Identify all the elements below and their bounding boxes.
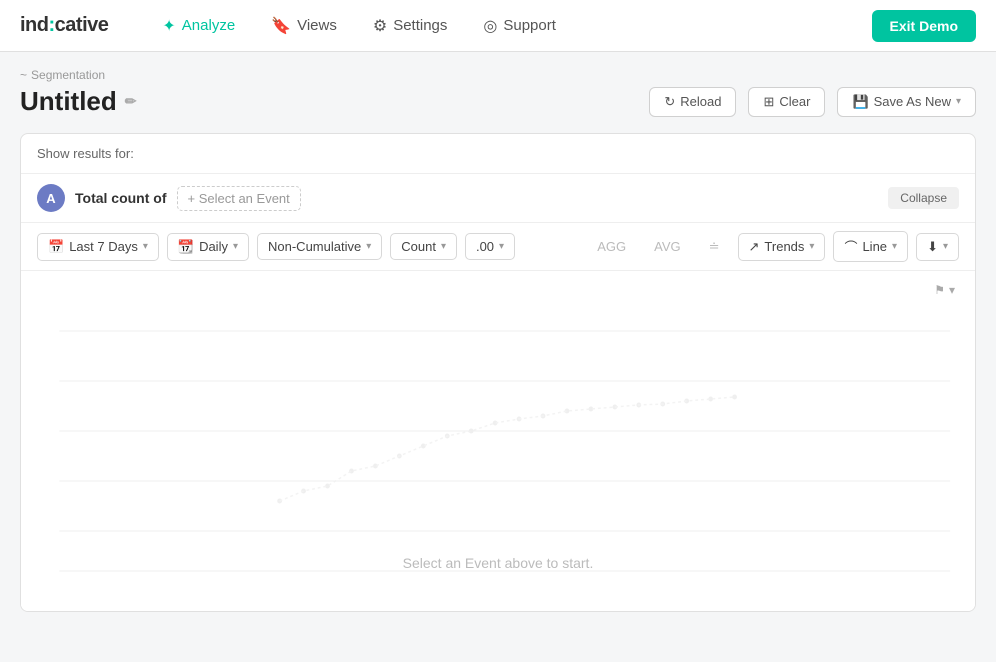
nav-item-support[interactable]: ◎ Support [469, 10, 570, 42]
controls-row: 📅 Last 7 Days ▾ 📆 Daily ▾ Non-Cumulative… [21, 223, 975, 271]
line-chevron-icon: ▾ [892, 241, 897, 252]
app-logo: ind:cative [20, 14, 108, 37]
download-icon: ⬇ [927, 239, 938, 255]
save-icon: 💾 [852, 94, 868, 110]
download-button[interactable]: ⬇ ▾ [916, 233, 959, 261]
row-a: A Total count of + Select an Event Colla… [21, 174, 975, 223]
avg-button[interactable]: AVG [644, 234, 691, 259]
count-chevron-icon: ▾ [441, 241, 446, 252]
frequency-button[interactable]: 📆 Daily ▾ [167, 233, 249, 261]
trends-button[interactable]: ↗ Trends ▾ [738, 233, 826, 261]
breadcrumb-icon: ~ [20, 68, 27, 82]
avatar: A [37, 184, 65, 212]
line-button[interactable]: ⌒ Line ▾ [833, 231, 908, 262]
save-as-button[interactable]: 💾 Save As New ▾ [837, 87, 976, 117]
views-icon: 🔖 [271, 16, 291, 36]
settings-icon: ⚙ [373, 16, 387, 36]
nav-item-views[interactable]: 🔖 Views [257, 10, 351, 42]
chart-area: ⚑ ▾ Select an Event above to start. [21, 271, 975, 611]
flag-icon: ⚑ [934, 283, 945, 297]
exit-demo-button[interactable]: Exit Demo [872, 10, 976, 42]
show-results-header: Show results for: [21, 134, 975, 174]
reload-icon: ↻ [664, 94, 675, 110]
frequency-chevron-icon: ▾ [233, 241, 238, 252]
decimal-button[interactable]: .00 ▾ [465, 233, 515, 260]
page-title-group: Untitled ✏ [20, 86, 137, 117]
decimal-chevron-icon: ▾ [499, 241, 504, 252]
nav-items: ✦ Analyze 🔖 Views ⚙ Settings ◎ Support [148, 10, 871, 42]
formula-button[interactable]: ≐ [699, 234, 730, 260]
page-header: Untitled ✏ ↻ Reload ⊞ Clear 💾 Save As Ne… [20, 86, 976, 117]
header-actions: ↻ Reload ⊞ Clear 💾 Save As New ▾ [649, 87, 976, 117]
cumulative-button[interactable]: Non-Cumulative ▾ [257, 233, 382, 260]
edit-title-icon[interactable]: ✏ [125, 93, 137, 110]
chart-top-right-actions: ⚑ ▾ [926, 279, 963, 301]
nav-item-analyze[interactable]: ✦ Analyze [148, 10, 249, 42]
line-icon: ⌒ [844, 237, 857, 256]
reload-button[interactable]: ↻ Reload [649, 87, 736, 117]
frequency-calendar-icon: 📆 [178, 239, 194, 255]
collapse-button[interactable]: Collapse [888, 187, 959, 209]
date-range-button[interactable]: 📅 Last 7 Days ▾ [37, 233, 159, 261]
support-icon: ◎ [483, 16, 497, 36]
flag-chevron-icon: ▾ [949, 283, 955, 297]
calendar-icon: 📅 [48, 239, 64, 255]
trends-icon: ↗ [749, 239, 760, 255]
count-button[interactable]: Count ▾ [390, 233, 457, 260]
download-chevron-icon: ▾ [943, 241, 948, 252]
page-content: ~ Segmentation Untitled ✏ ↻ Reload ⊞ Cle… [0, 52, 996, 628]
agg-button[interactable]: AGG [587, 234, 636, 259]
main-card: Show results for: A Total count of + Sel… [20, 133, 976, 612]
nav-item-settings[interactable]: ⚙ Settings [359, 10, 462, 42]
trends-chevron-icon: ▾ [809, 241, 814, 252]
top-nav: ind:cative ✦ Analyze 🔖 Views ⚙ Settings … [0, 0, 996, 52]
clear-icon: ⊞ [763, 94, 774, 110]
select-event-button[interactable]: + Select an Event [177, 186, 301, 211]
total-count-label: Total count of [75, 190, 167, 206]
cumulative-chevron-icon: ▾ [366, 241, 371, 252]
chart-empty-text: Select an Event above to start. [403, 555, 594, 571]
page-title: Untitled [20, 86, 117, 117]
clear-button[interactable]: ⊞ Clear [748, 87, 825, 117]
chart-flag-button[interactable]: ⚑ ▾ [926, 279, 963, 301]
save-as-chevron-icon: ▾ [956, 96, 961, 107]
breadcrumb: ~ Segmentation [20, 68, 976, 82]
date-range-chevron-icon: ▾ [143, 241, 148, 252]
analyze-icon: ✦ [162, 16, 175, 36]
